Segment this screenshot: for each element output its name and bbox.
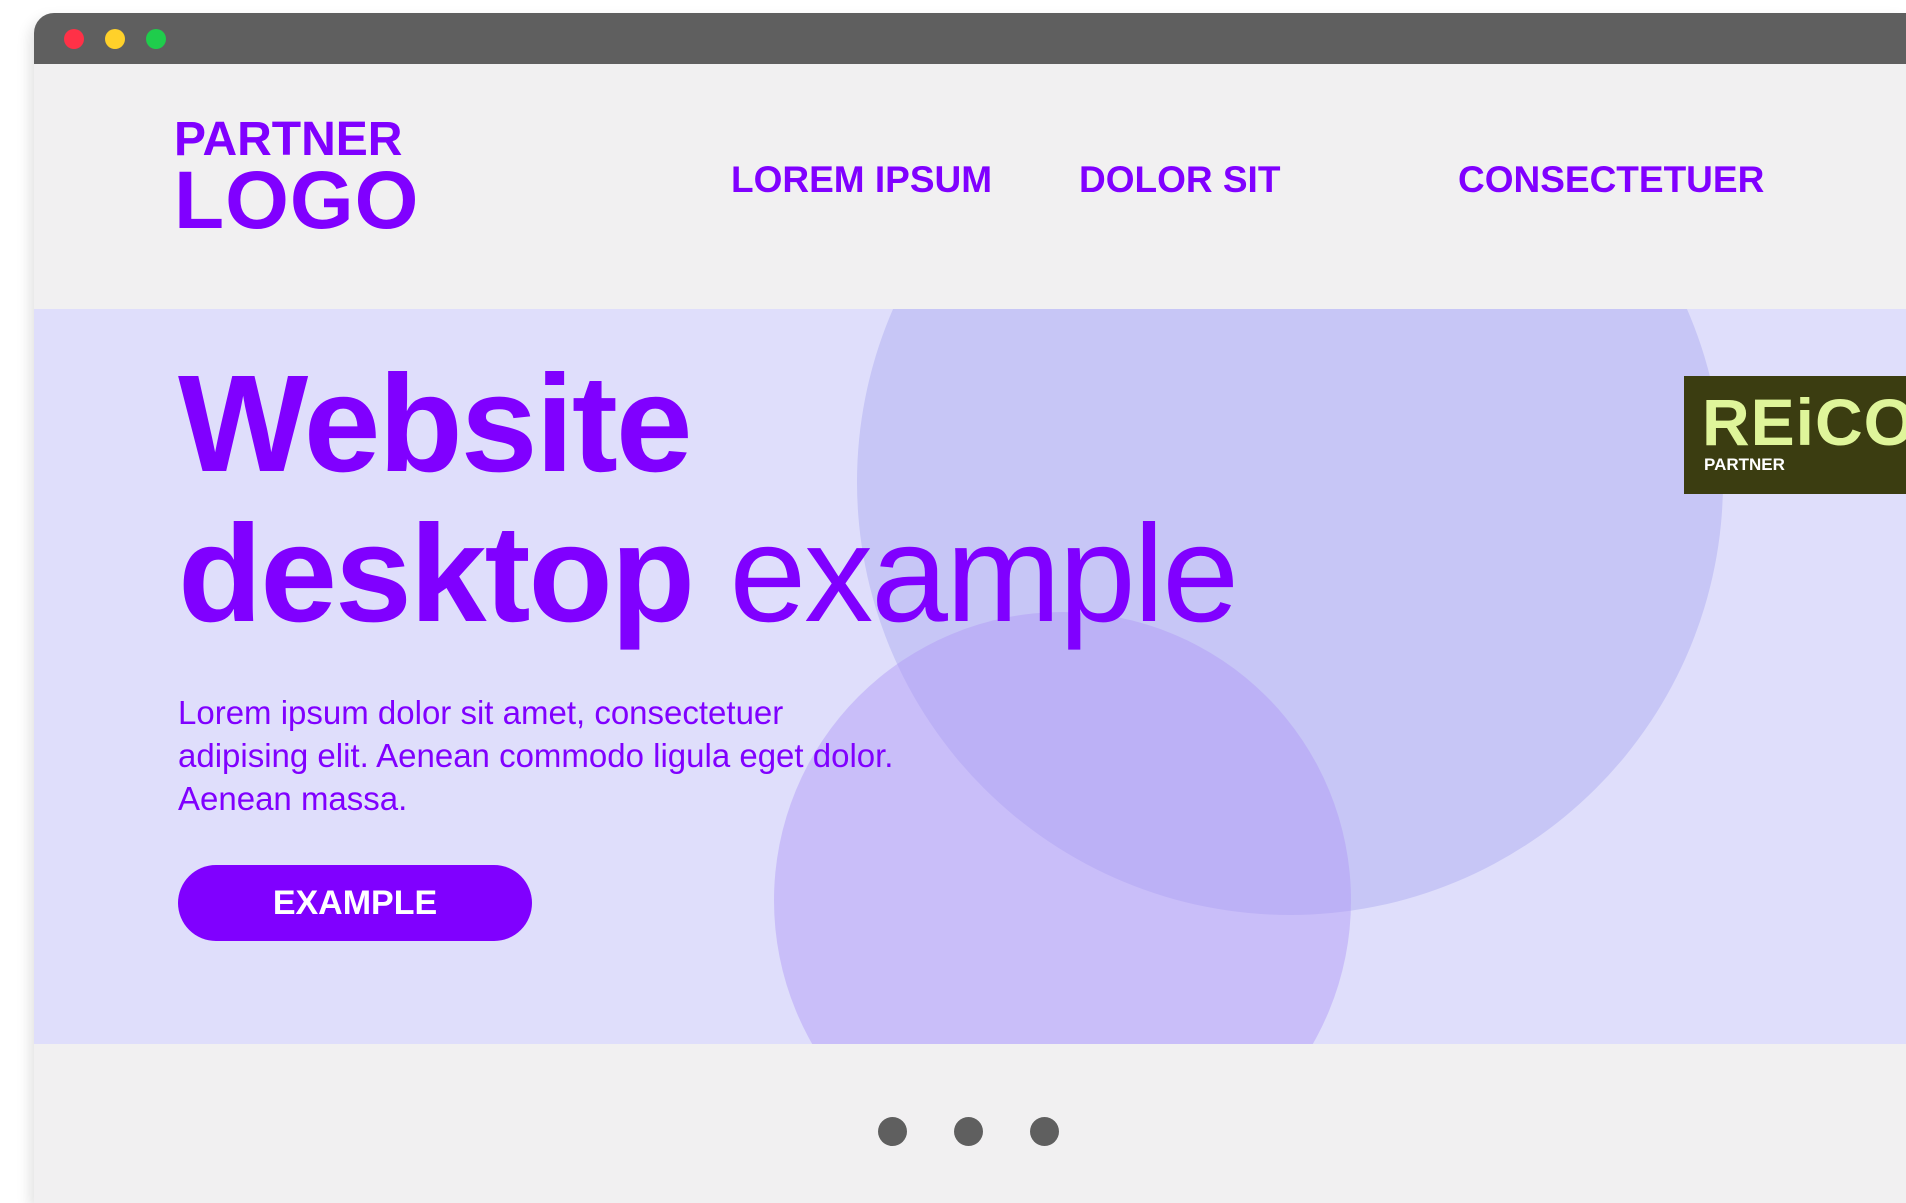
hero-title-word-example: example <box>729 497 1239 651</box>
hero-description: Lorem ipsum dolor sit amet, consectetuer… <box>178 694 894 817</box>
carousel-pagination <box>34 1117 1906 1147</box>
carousel-dot-2[interactable] <box>954 1117 983 1146</box>
browser-window: PARTNER LOGO LOREM IPSUM DOLOR SIT CONSE… <box>34 13 1906 1203</box>
site-header: PARTNER LOGO LOREM IPSUM DOLOR SIT CONSE… <box>34 64 1906 309</box>
maximize-window-button[interactable] <box>146 29 166 49</box>
carousel-dot-1[interactable] <box>878 1117 907 1146</box>
minimize-window-button[interactable] <box>105 29 125 49</box>
hero-title-word-desktop: desktop <box>178 497 695 651</box>
reico-logo: REiCO <box>1702 385 1906 459</box>
nav-item-lorem-ipsum[interactable]: LOREM IPSUM <box>731 159 992 201</box>
hero-title: Website desktop example <box>178 347 1239 651</box>
window-titlebar <box>34 13 1906 64</box>
carousel-dot-3[interactable] <box>1030 1117 1059 1146</box>
close-window-button[interactable] <box>64 29 84 49</box>
nav-item-dolor-sit[interactable]: DOLOR SIT <box>1079 159 1280 201</box>
logo-line-2: LOGO <box>174 155 420 246</box>
badge-partner-label: PARTNER <box>1704 455 1785 474</box>
reico-partner-badge[interactable]: REiCO PARTNER <box>1684 376 1906 494</box>
hero-banner: Website desktop example Lorem ipsum dolo… <box>34 309 1906 1044</box>
example-button[interactable]: EXAMPLE <box>178 865 532 941</box>
partner-logo[interactable]: PARTNER LOGO <box>174 116 419 242</box>
hero-title-word-website: Website <box>178 347 693 501</box>
nav-item-consectetuer[interactable]: CONSECTETUER <box>1458 159 1764 201</box>
